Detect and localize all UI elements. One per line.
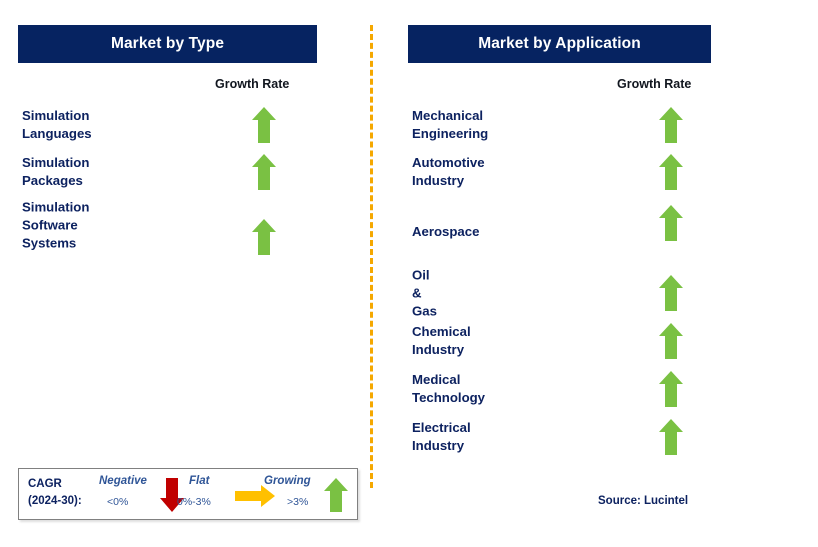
up-arrow-icon xyxy=(658,153,684,191)
source-attribution: Source: Lucintel xyxy=(598,495,689,507)
legend-negative-range: <0% xyxy=(107,496,129,508)
segment-label: Mechanical Engineering xyxy=(412,108,489,141)
legend-negative-title: Negative xyxy=(99,475,147,487)
segment-label: Electrical Industry xyxy=(412,420,471,453)
segment-label: Simulation Languages xyxy=(22,108,92,141)
right-arrow-icon xyxy=(234,484,276,508)
legend-flat-range: 0%-3% xyxy=(177,496,211,508)
cagr-legend: CAGR (2024-30): Negative <0% Flat 0%-3% … xyxy=(18,468,358,520)
segment-label: Simulation Software Systems xyxy=(22,199,90,250)
segment-label: Simulation Packages xyxy=(22,155,90,188)
legend-cagr-line1: CAGR xyxy=(28,478,62,490)
up-arrow-icon xyxy=(658,204,684,242)
up-arrow-icon xyxy=(658,106,684,144)
infographic-canvas: Market by Type Market by Application Gro… xyxy=(0,0,818,547)
up-arrow-icon xyxy=(658,322,684,360)
column-market-by-type: Simulation Languages Simulation Packages… xyxy=(22,0,322,547)
segment-label: Chemical Industry xyxy=(412,324,471,357)
segment-label: Medical Technology xyxy=(412,372,486,405)
up-arrow-icon xyxy=(658,370,684,408)
up-arrow-icon xyxy=(251,218,277,256)
segment-label: Automotive Industry xyxy=(412,155,485,188)
up-arrow-icon xyxy=(323,477,349,513)
segment-label: Oil & Gas xyxy=(412,267,437,318)
up-arrow-icon xyxy=(251,106,277,144)
segment-label: Aerospace xyxy=(412,224,480,240)
vertical-dashed-divider xyxy=(370,25,373,488)
up-arrow-icon xyxy=(658,274,684,312)
legend-growing-range: >3% xyxy=(287,496,309,508)
legend-cagr-label: CAGR (2024-30): xyxy=(28,476,82,511)
up-arrow-icon xyxy=(658,418,684,456)
legend-flat-title: Flat xyxy=(189,475,210,487)
legend-cagr-line2: (2024-30): xyxy=(28,495,82,508)
up-arrow-icon xyxy=(251,153,277,191)
column-market-by-application: Mechanical Engineering Automotive Indust… xyxy=(412,0,712,547)
legend-growing-title: Growing xyxy=(264,475,311,487)
